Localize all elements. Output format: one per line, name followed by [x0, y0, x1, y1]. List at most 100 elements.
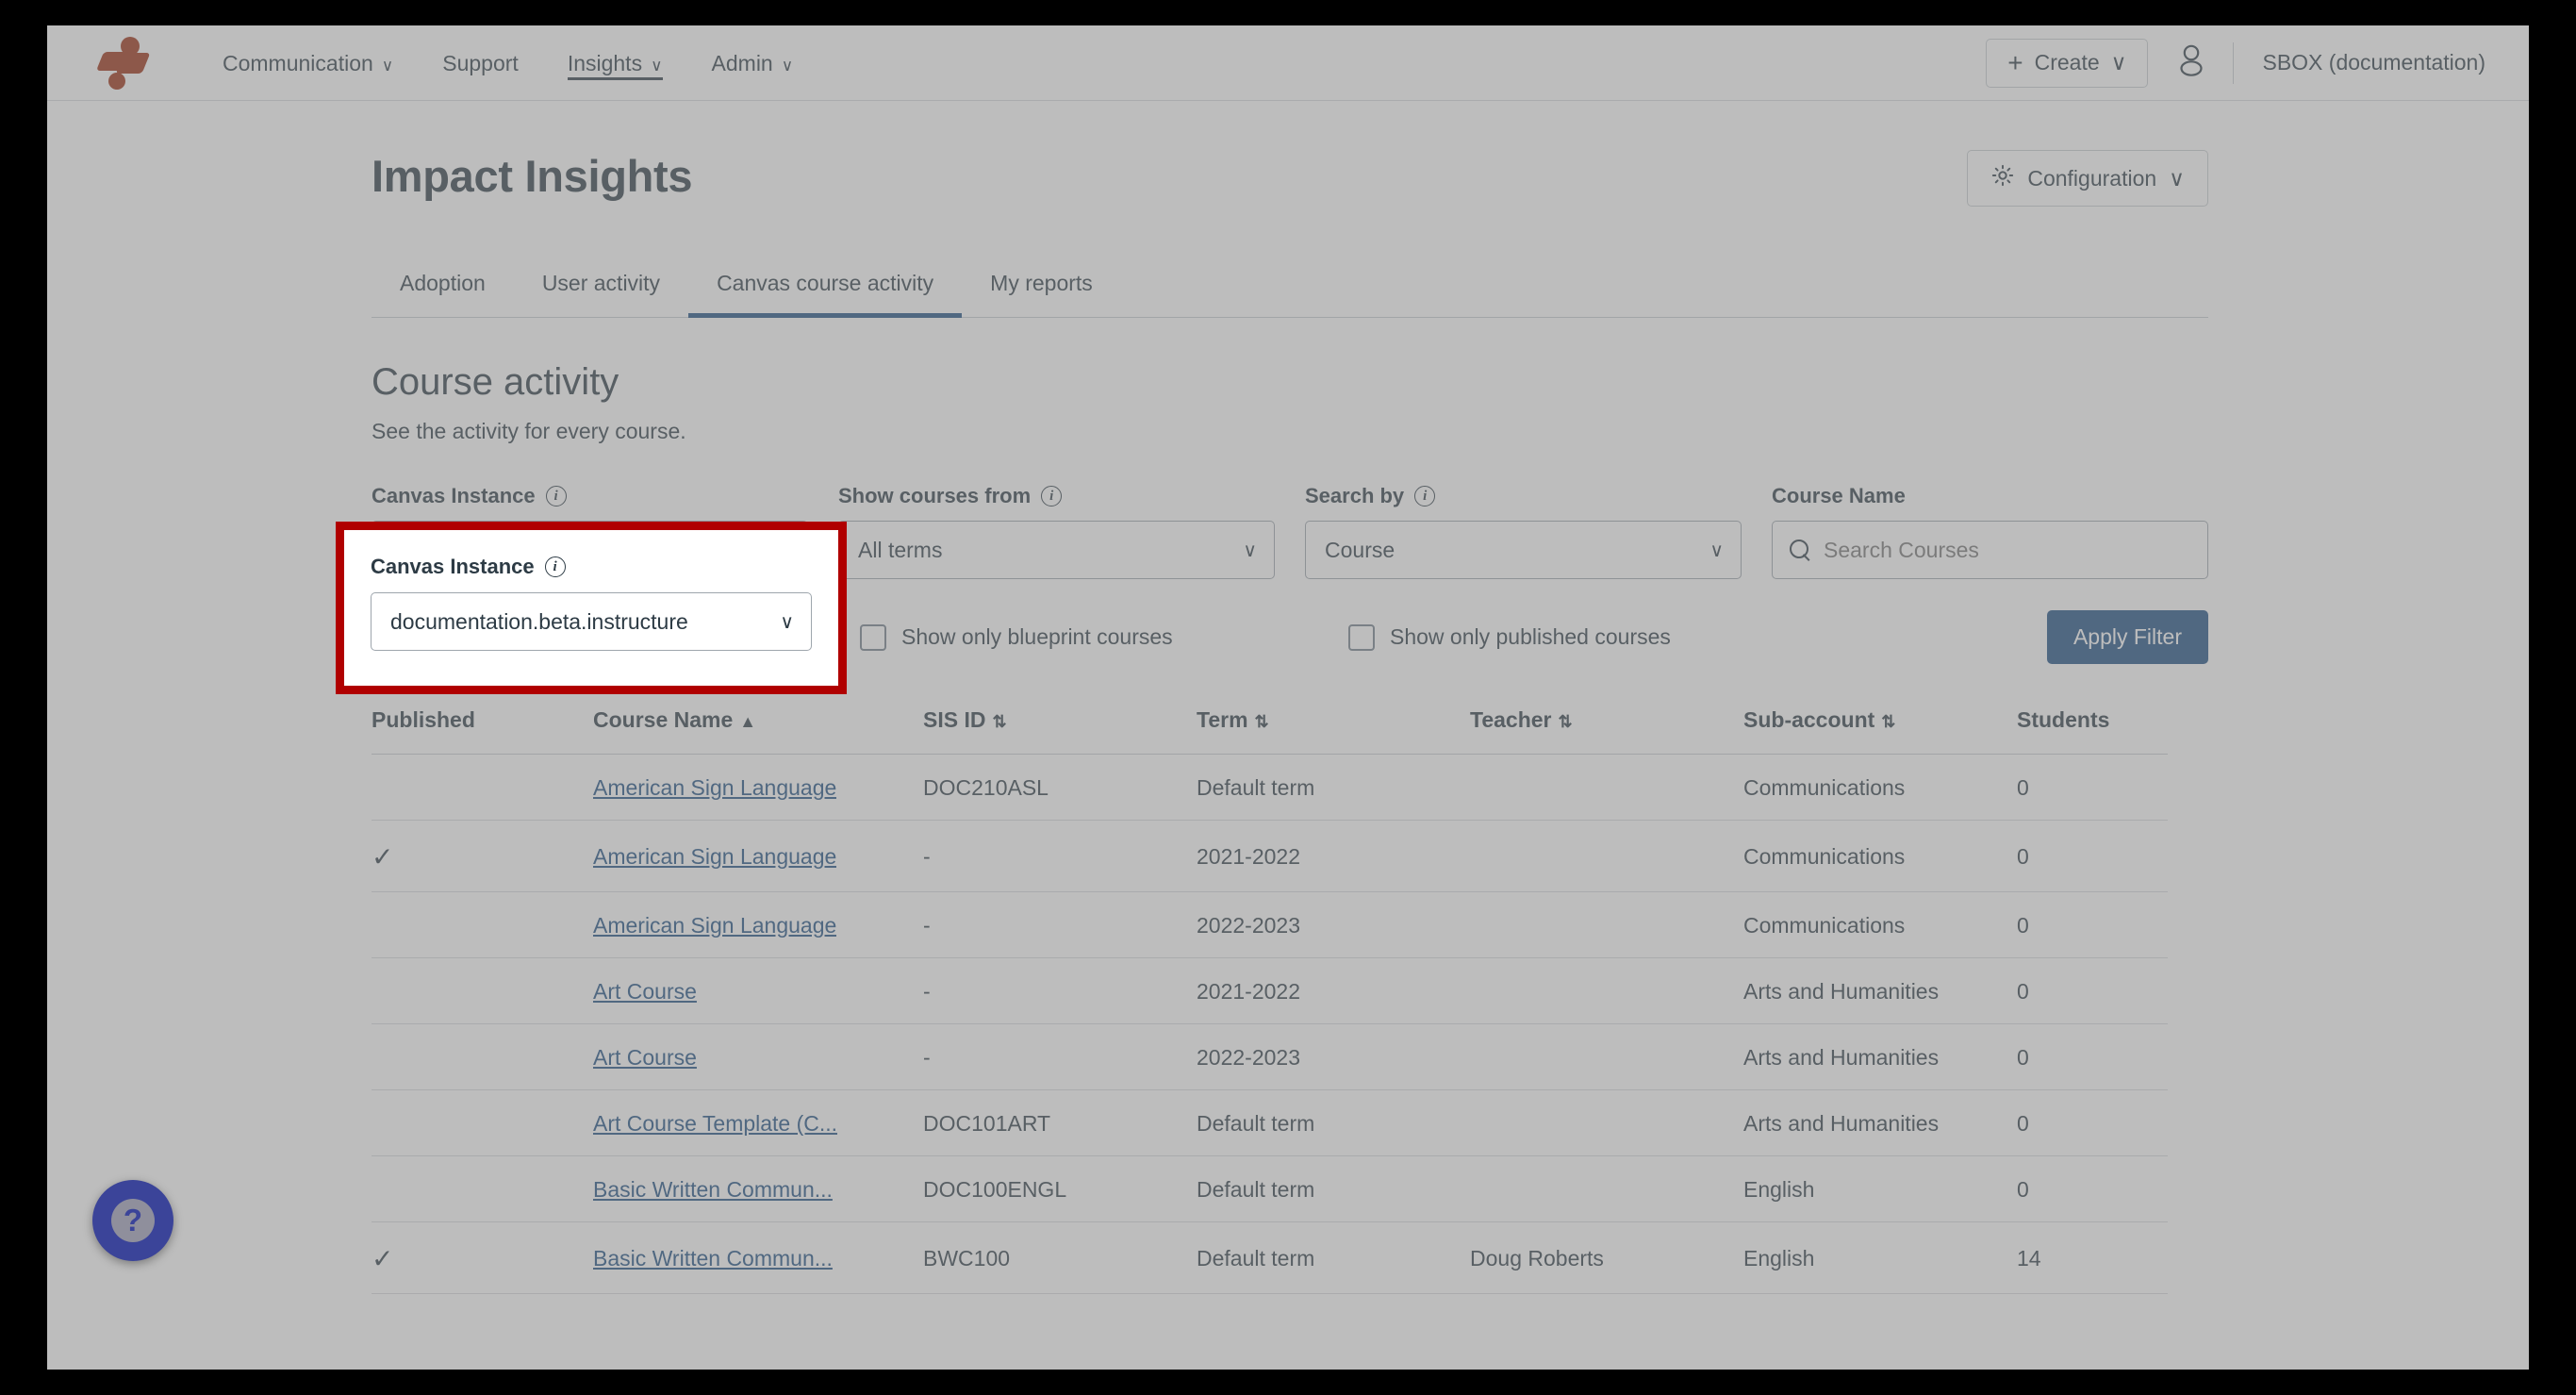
checkbox-label: Show only blueprint courses — [901, 624, 1173, 649]
create-button-label: Create — [2034, 50, 2100, 75]
highlight-canvas-instance-label-row: Canvas Instance i — [371, 555, 812, 579]
nav-item-admin[interactable]: Admin ∨ — [687, 25, 818, 101]
cell-teacher: Doug Roberts — [1470, 1221, 1743, 1294]
course-name-link[interactable]: American Sign Language — [593, 844, 836, 870]
show-courses-from-label-row: Show courses from i — [838, 484, 1275, 508]
info-icon[interactable]: i — [545, 486, 567, 507]
account-name: SBOX (documentation) — [2262, 50, 2485, 75]
cell-course-name: American Sign Language — [593, 754, 923, 821]
course-name-link[interactable]: Art Course — [593, 1045, 697, 1071]
course-name-search-input[interactable] — [1824, 537, 2190, 563]
course-name-link[interactable]: Basic Written Commun... — [593, 1246, 833, 1271]
tab-label: Canvas course activity — [717, 271, 934, 295]
cell-sis-id: - — [923, 957, 1197, 1024]
info-icon[interactable]: i — [544, 556, 566, 577]
question-mark-icon: ? — [111, 1199, 155, 1242]
column-label: Published — [372, 707, 475, 732]
insights-tab-bar: Adoption User activity Canvas course act… — [372, 259, 2208, 318]
cell-sis-id: BWC100 — [923, 1221, 1197, 1294]
nav-item-label: Insights — [567, 50, 643, 75]
cell-sis-id: DOC101ART — [923, 1089, 1197, 1156]
cell-course-name: American Sign Language — [593, 891, 923, 958]
cell-sis-id: DOC210ASL — [923, 754, 1197, 821]
info-icon[interactable]: i — [1414, 486, 1436, 507]
nav-item-label: Admin — [711, 50, 773, 75]
column-label: Course Name — [593, 707, 734, 732]
column-header-course-name[interactable]: Course Name ▲ — [593, 707, 923, 755]
chevron-down-icon: ∨ — [780, 611, 794, 633]
global-nav-right: + Create ∨ SBOX (documentation) — [1986, 38, 2485, 88]
cell-published: ✓ — [372, 820, 593, 892]
help-button[interactable]: ? — [92, 1180, 173, 1261]
nav-item-label: Communication — [223, 50, 373, 75]
configuration-button[interactable]: Configuration ∨ — [1967, 150, 2208, 207]
cell-teacher — [1470, 957, 1743, 1024]
sort-toggle-icon: ⇅ — [1881, 712, 1896, 731]
canvas-instance-highlight-box: Canvas Instance i documentation.beta.ins… — [336, 522, 847, 694]
tab-adoption[interactable]: Adoption — [372, 259, 514, 317]
checkbox-box[interactable] — [860, 623, 886, 651]
nav-item-communication[interactable]: Communication ∨ — [198, 25, 418, 101]
cell-students: 14 — [2017, 1221, 2168, 1294]
column-header-sis-id[interactable]: SIS ID ⇅ — [923, 707, 1197, 755]
cell-students: 0 — [2017, 820, 2168, 892]
chevron-down-icon: ∨ — [1243, 540, 1257, 561]
cell-term: Default term — [1197, 754, 1470, 821]
cell-teacher — [1470, 1023, 1743, 1090]
course-name-link[interactable]: American Sign Language — [593, 775, 836, 801]
column-label: Students — [2017, 707, 2110, 732]
table-row: Art Course -2021-2022 Arts and Humanities 0 — [372, 957, 2168, 1024]
column-label: SIS ID — [923, 707, 986, 732]
show-courses-from-select[interactable]: All terms ∨ — [838, 521, 1275, 579]
checkbox-box[interactable] — [1348, 623, 1375, 651]
table-row: ✓ Basic Written Commun... BWC100 Default te… — [372, 1221, 2168, 1294]
cell-sis-id: - — [923, 820, 1197, 892]
cell-sub-account: Communications — [1743, 820, 2017, 892]
column-header-published[interactable]: Published — [372, 707, 593, 755]
canvas-instance-select[interactable]: documentation.beta.instructure ∨ — [371, 592, 812, 651]
chevron-down-icon: ∨ — [2110, 50, 2127, 75]
column-header-sub-account[interactable]: Sub-account ⇅ — [1743, 707, 2017, 755]
column-header-teacher[interactable]: Teacher ⇅ — [1470, 707, 1743, 755]
instructure-logo[interactable] — [47, 36, 198, 90]
info-icon[interactable]: i — [1041, 486, 1063, 507]
chevron-down-icon: ∨ — [381, 56, 394, 75]
cell-term: 2022-2023 — [1197, 1023, 1470, 1090]
course-name-link[interactable]: Basic Written Commun... — [593, 1177, 833, 1203]
cell-course-name: Art Course — [593, 957, 923, 1024]
cell-term: Default term — [1197, 1155, 1470, 1222]
chevron-down-icon: ∨ — [651, 56, 663, 75]
tab-user-activity[interactable]: User activity — [514, 259, 688, 317]
course-name-link[interactable]: American Sign Language — [593, 913, 836, 938]
create-button[interactable]: + Create ∨ — [1986, 38, 2149, 88]
checkbox-show-only-published-courses[interactable]: Show only published courses — [1348, 623, 1837, 651]
page-content: Impact Insights Configuration ∨ Adoption… — [47, 101, 2529, 1369]
show-courses-from-label: Show courses from — [838, 484, 1032, 507]
cell-published — [372, 1023, 593, 1090]
filter-course-name: Course Name — [1772, 484, 2208, 579]
search-by-label-row: Search by i — [1305, 484, 1742, 508]
user-account-icon[interactable] — [2178, 44, 2204, 81]
sort-toggle-icon: ⇅ — [1558, 712, 1573, 731]
show-courses-from-value: All terms — [858, 537, 943, 562]
chevron-down-icon: ∨ — [2169, 165, 2185, 191]
course-name-label-row: Course Name — [1772, 484, 2208, 508]
cell-sub-account: Arts and Humanities — [1743, 1089, 2017, 1156]
course-name-link[interactable]: Art Course — [593, 979, 697, 1005]
course-name-search-wrapper[interactable] — [1772, 521, 2208, 579]
column-header-term[interactable]: Term ⇅ — [1197, 707, 1470, 755]
nav-item-support[interactable]: Support — [418, 25, 543, 101]
nav-item-insights[interactable]: Insights ∨ — [543, 25, 687, 101]
checkbox-show-only-blueprint-courses[interactable]: Show only blueprint courses — [860, 623, 1348, 651]
tab-canvas-course-activity[interactable]: Canvas course activity — [688, 259, 963, 318]
course-name-link[interactable]: Art Course Template (C... — [593, 1111, 837, 1137]
cell-students: 0 — [2017, 1023, 2168, 1090]
tab-my-reports[interactable]: My reports — [962, 259, 1121, 317]
search-by-select[interactable]: Course ∨ — [1305, 521, 1742, 579]
table-row: Art Course Template (C... DOC101ART Defaul… — [372, 1089, 2168, 1156]
cell-teacher — [1470, 754, 1743, 821]
apply-filter-button[interactable]: Apply Filter — [2046, 610, 2208, 664]
tab-label: User activity — [541, 271, 661, 295]
column-header-students[interactable]: Students — [2017, 707, 2168, 755]
gear-icon — [1990, 163, 2015, 193]
